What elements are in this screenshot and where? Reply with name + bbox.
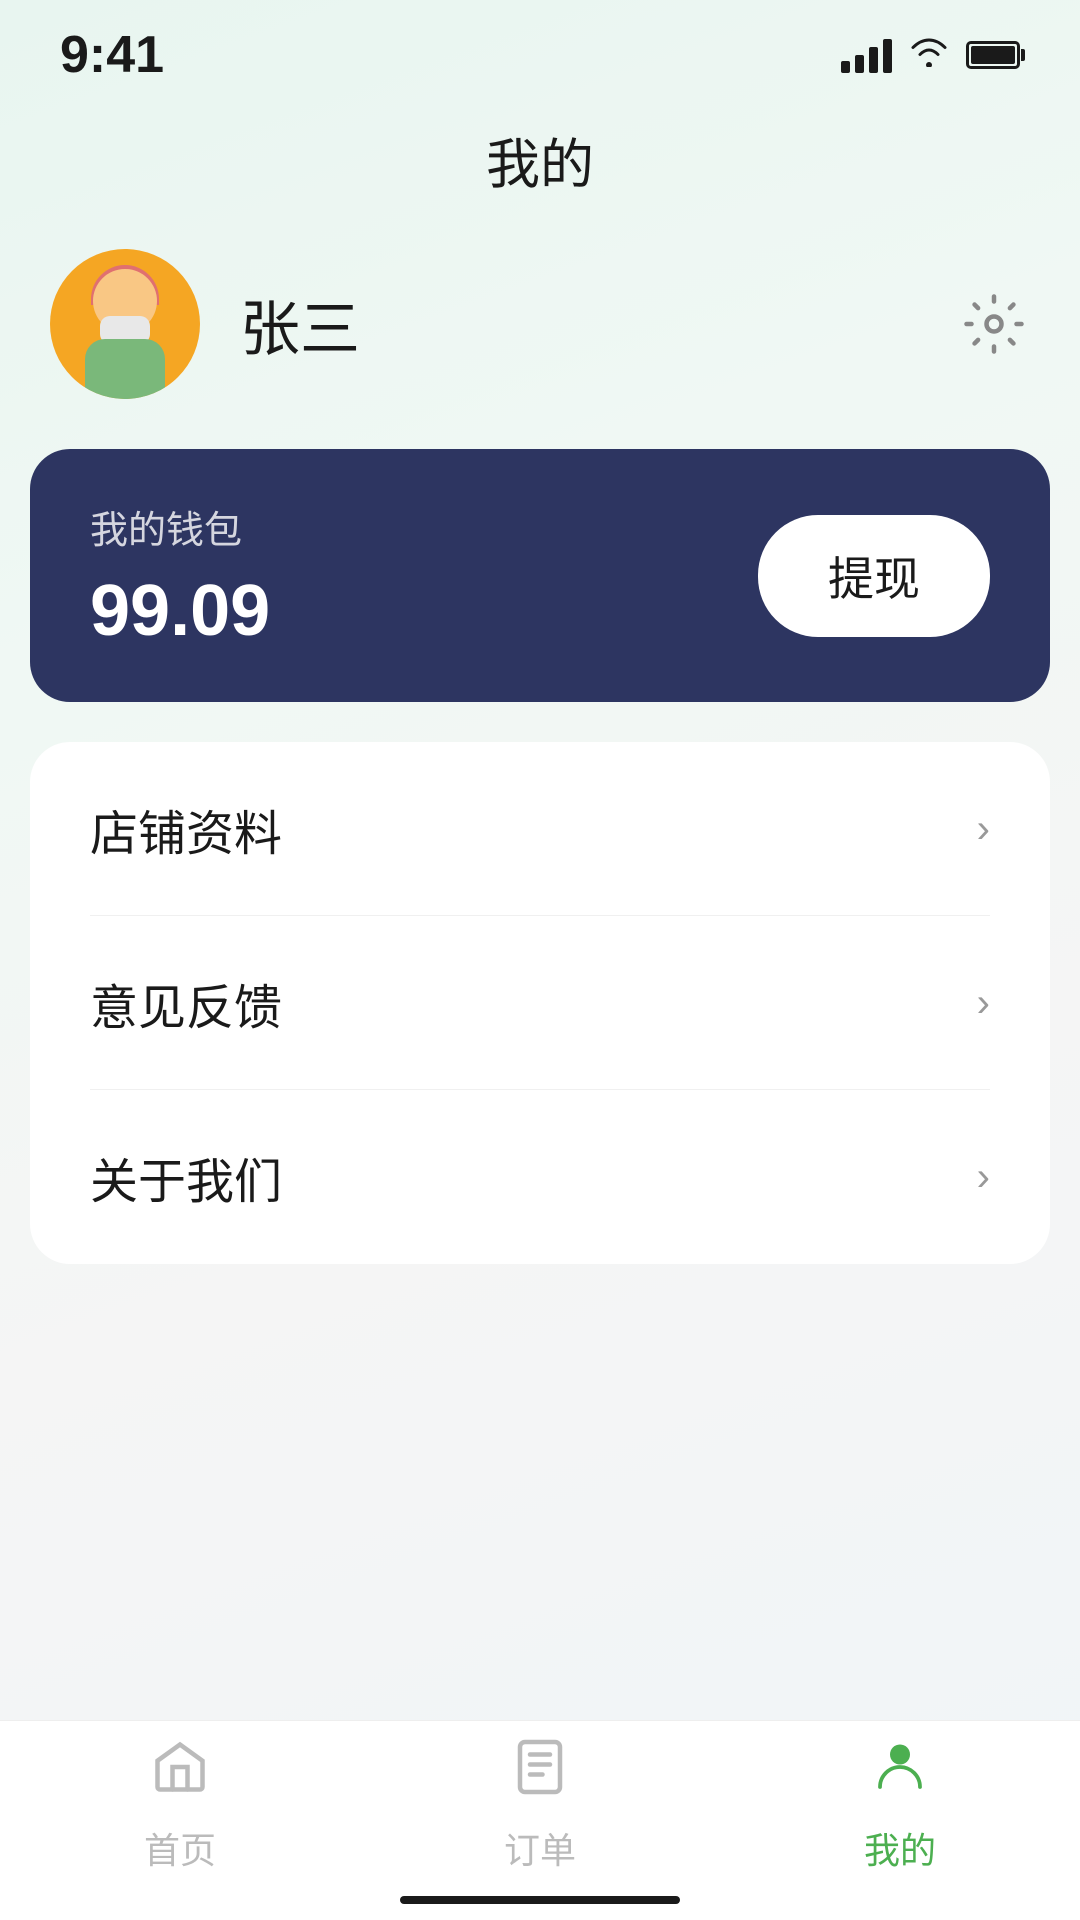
- menu-item-label-about-us: 关于我们: [90, 1142, 282, 1212]
- bottom-nav: 首页 订单 我的: [0, 1720, 1080, 1920]
- wifi-icon: [910, 34, 948, 76]
- status-time: 9:41: [60, 25, 164, 85]
- status-bar: 9:41: [0, 0, 1080, 90]
- avatar: [50, 249, 200, 399]
- username: 张三: [240, 281, 360, 368]
- page-title: 我的: [0, 90, 1080, 249]
- home-icon: [150, 1737, 210, 1810]
- chevron-right-icon: ›: [977, 1155, 990, 1200]
- orders-icon: [510, 1737, 570, 1810]
- menu-item-store-profile[interactable]: 店铺资料 ›: [30, 742, 1050, 916]
- signal-icon: [841, 37, 892, 73]
- home-bar: [400, 1896, 680, 1904]
- chevron-right-icon: ›: [977, 981, 990, 1026]
- chevron-right-icon: ›: [977, 807, 990, 852]
- status-icons: [841, 34, 1020, 76]
- battery-icon: [966, 41, 1020, 69]
- profile-section: 张三: [0, 249, 1080, 399]
- wallet-label: 我的钱包: [90, 499, 270, 554]
- nav-label-mine: 我的: [864, 1822, 936, 1874]
- menu-item-label-feedback: 意见反馈: [90, 968, 282, 1038]
- menu-item-about-us[interactable]: 关于我们 ›: [30, 1090, 1050, 1264]
- nav-label-orders: 订单: [504, 1822, 576, 1874]
- profile-left: 张三: [50, 249, 360, 399]
- wallet-amount: 99.09: [90, 570, 270, 652]
- nav-item-orders[interactable]: 订单: [360, 1737, 720, 1874]
- nav-item-mine[interactable]: 我的: [720, 1737, 1080, 1874]
- withdraw-button[interactable]: 提现: [758, 515, 990, 637]
- menu-item-feedback[interactable]: 意见反馈 ›: [30, 916, 1050, 1090]
- wallet-card: 我的钱包 99.09 提现: [30, 449, 1050, 702]
- wallet-info: 我的钱包 99.09: [90, 499, 270, 652]
- menu-list: 店铺资料 › 意见反馈 › 关于我们 ›: [30, 742, 1050, 1264]
- mine-icon: [870, 1737, 930, 1810]
- settings-button[interactable]: [958, 288, 1030, 360]
- nav-item-home[interactable]: 首页: [0, 1737, 360, 1874]
- nav-label-home: 首页: [144, 1822, 216, 1874]
- menu-item-label-store-profile: 店铺资料: [90, 794, 282, 864]
